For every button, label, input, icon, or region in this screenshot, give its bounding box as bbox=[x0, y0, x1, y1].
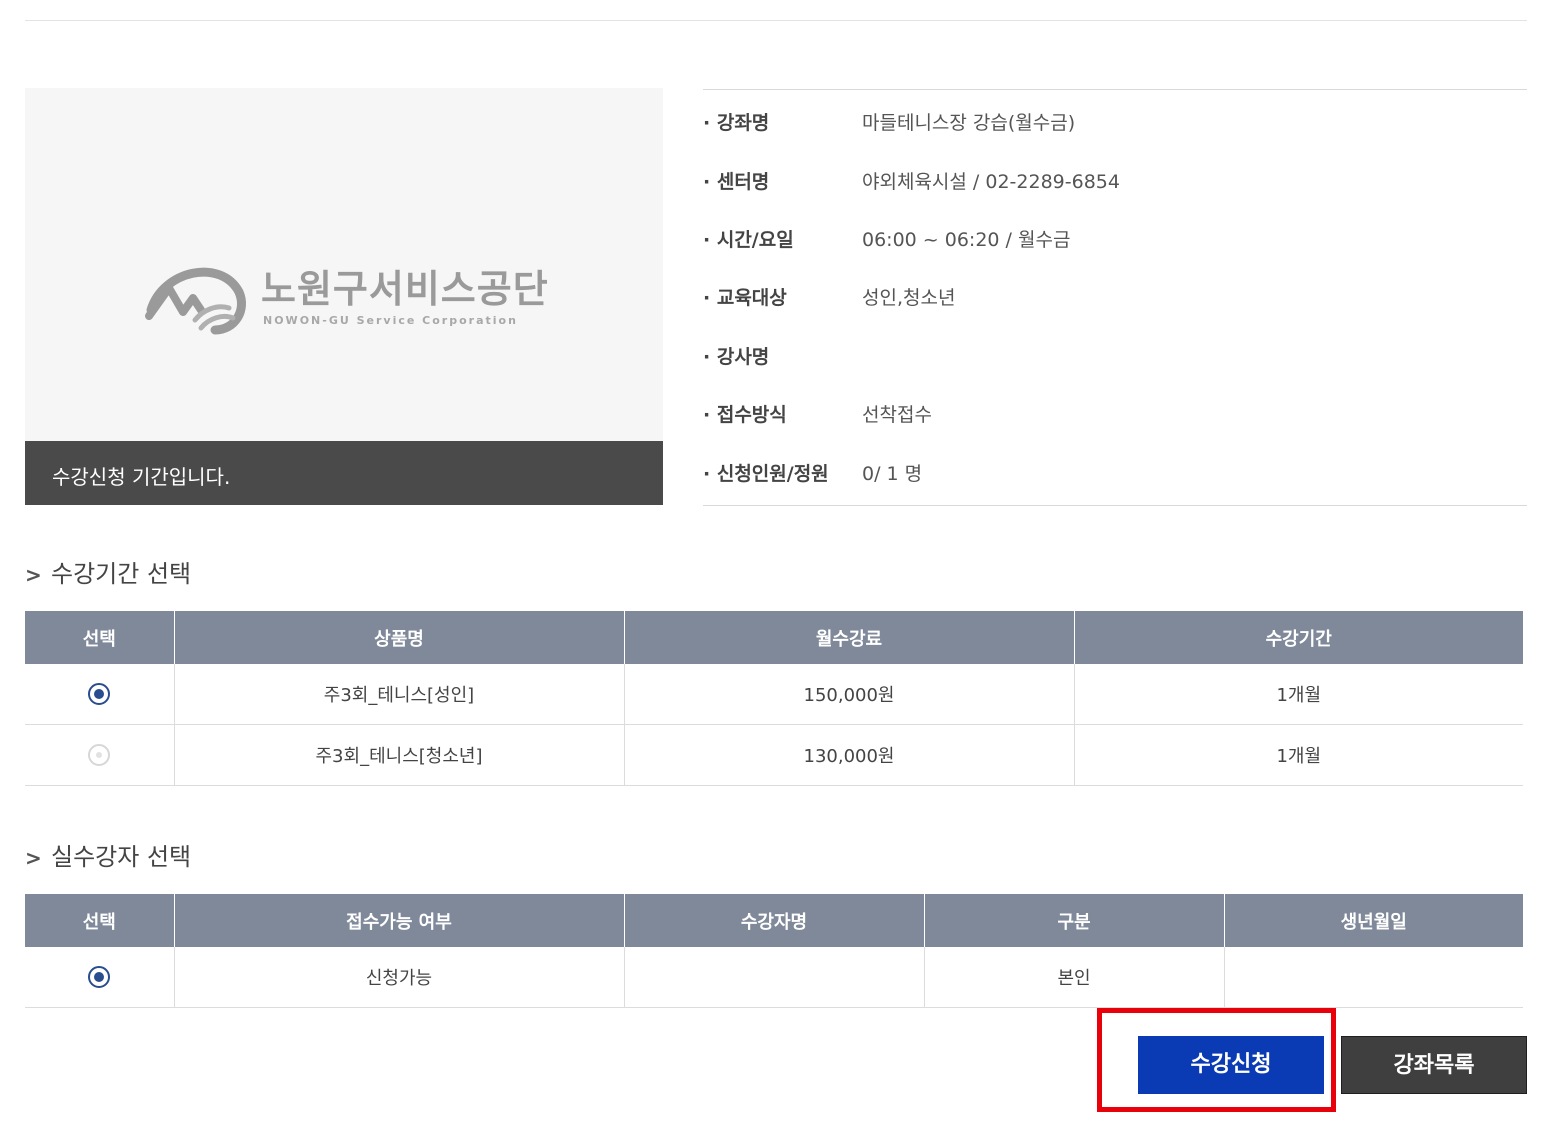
table-row: 신청가능 본인 bbox=[25, 947, 1523, 1008]
select-cell bbox=[25, 947, 174, 1008]
logo-emblem-icon bbox=[145, 267, 246, 335]
column-header: 선택 bbox=[25, 894, 174, 947]
availability: 신청가능 bbox=[173, 947, 624, 1008]
table-header-row: 선택 접수가능 여부 수강자명 구분 생년월일 bbox=[25, 894, 1523, 947]
column-header: 선택 bbox=[25, 611, 174, 664]
product-name: 주3회_테니스[성인] bbox=[173, 664, 624, 725]
student-radio-selected[interactable] bbox=[88, 966, 111, 988]
column-header: 월수강료 bbox=[623, 611, 1074, 664]
info-value: 마들테니스장 강습(월수금) bbox=[862, 112, 1076, 134]
info-value: 06:00 ~ 06:20 / 월수금 bbox=[862, 229, 1071, 251]
apply-button[interactable]: 수강신청 bbox=[1138, 1036, 1324, 1094]
course-list-button[interactable]: 강좌목록 bbox=[1341, 1036, 1527, 1094]
logo-subtext: NOWON-GU Service Corporation bbox=[263, 314, 518, 327]
period-radio-disabled bbox=[88, 744, 111, 766]
column-header: 수강자명 bbox=[623, 894, 924, 947]
info-label: · 강좌명 bbox=[703, 112, 770, 134]
select-cell bbox=[25, 724, 174, 786]
info-value: 0/ 1 명 bbox=[862, 463, 923, 485]
enrollment-status-bar: 수강신청 기간입니다. bbox=[25, 441, 663, 505]
monthly-fee: 130,000원 bbox=[623, 724, 1074, 786]
logo-text: 노원구서비스공단 bbox=[261, 267, 549, 311]
student-section-title: > 실수강자 선택 bbox=[25, 837, 191, 872]
top-divider bbox=[25, 20, 1527, 21]
chevron-right-icon: > bbox=[25, 563, 42, 587]
student-name bbox=[623, 947, 924, 1008]
select-cell bbox=[25, 664, 174, 725]
info-value: 성인,청소년 bbox=[862, 287, 956, 309]
course-image: 노원구서비스공단 NOWON-GU Service Corporation 수강… bbox=[25, 88, 663, 505]
student-type: 본인 bbox=[923, 947, 1224, 1008]
info-label: · 강사명 bbox=[703, 346, 770, 368]
period-section-title: > 수강기간 선택 bbox=[25, 554, 191, 589]
nowon-logo: 노원구서비스공단 NOWON-GU Service Corporation bbox=[143, 258, 563, 338]
product-name: 주3회_테니스[청소년] bbox=[173, 724, 624, 786]
column-header: 구분 bbox=[923, 894, 1224, 947]
info-value: 선착접수 bbox=[862, 404, 932, 426]
column-header: 접수가능 여부 bbox=[173, 894, 624, 947]
table-row: 주3회_테니스[청소년] 130,000원 1개월 bbox=[25, 724, 1523, 786]
enrollment-status-text: 수강신청 기간입니다. bbox=[52, 465, 231, 489]
section-title-text: 수강기간 선택 bbox=[51, 560, 192, 588]
info-label: · 신청인원/정원 bbox=[703, 463, 829, 485]
table-header-row: 선택 상품명 월수강료 수강기간 bbox=[25, 611, 1523, 664]
info-value: 야외체육시설 / 02-2289-6854 bbox=[862, 171, 1120, 193]
course-period: 1개월 bbox=[1073, 724, 1523, 786]
column-header: 수강기간 bbox=[1073, 611, 1523, 664]
column-header: 상품명 bbox=[173, 611, 624, 664]
birth-date bbox=[1223, 947, 1523, 1008]
table-row: 주3회_테니스[성인] 150,000원 1개월 bbox=[25, 664, 1523, 725]
chevron-right-icon: > bbox=[25, 846, 42, 870]
info-label: · 센터명 bbox=[703, 171, 770, 193]
info-label: · 접수방식 bbox=[703, 404, 787, 426]
period-table: 선택 상품명 월수강료 수강기간 주3회_테니스[성인] 150,000원 1개… bbox=[25, 611, 1523, 786]
info-label: · 교육대상 bbox=[703, 287, 787, 309]
student-table: 선택 접수가능 여부 수강자명 구분 생년월일 신청가능 본인 bbox=[25, 894, 1523, 1008]
monthly-fee: 150,000원 bbox=[623, 664, 1074, 725]
info-label: · 시간/요일 bbox=[703, 229, 794, 251]
course-period: 1개월 bbox=[1073, 664, 1523, 725]
column-header: 생년월일 bbox=[1223, 894, 1523, 947]
period-radio-selected[interactable] bbox=[88, 683, 111, 705]
section-title-text: 실수강자 선택 bbox=[51, 843, 192, 871]
course-info-list: · 강좌명 마들테니스장 강습(월수금) · 센터명 야외체육시설 / 02-2… bbox=[703, 89, 1527, 506]
